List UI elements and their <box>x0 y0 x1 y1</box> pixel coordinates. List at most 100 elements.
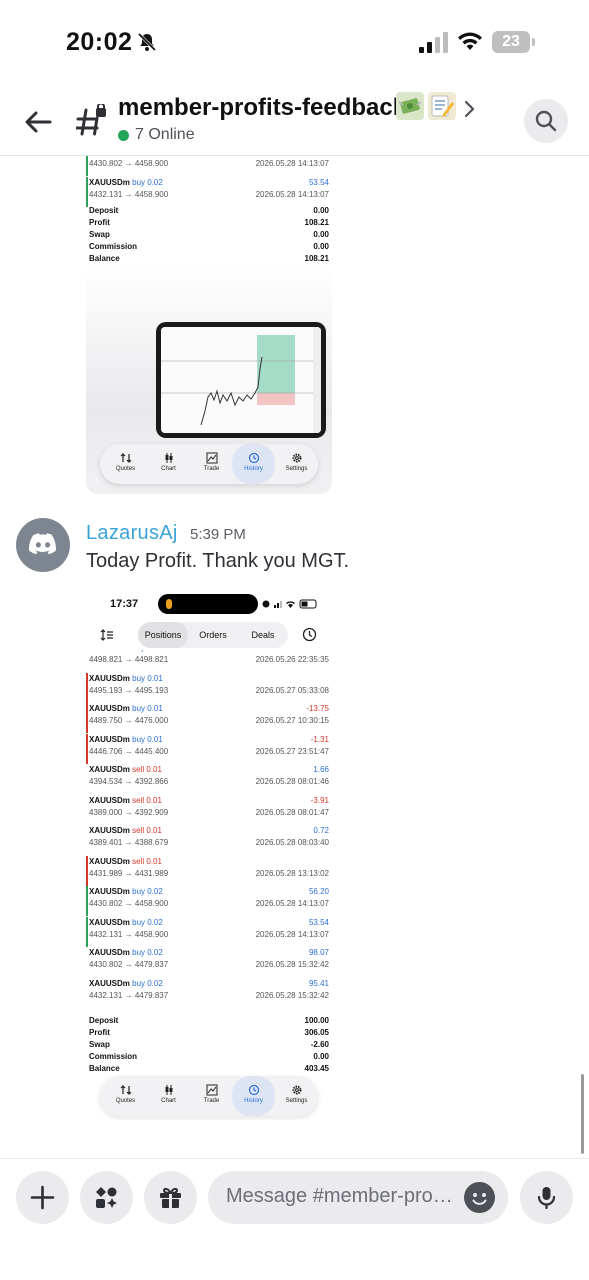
tab-history[interactable]: History <box>232 1076 275 1116</box>
scrollbar[interactable] <box>581 1074 584 1154</box>
history-icon <box>248 1084 259 1096</box>
trade-profit: 98.07 <box>308 948 329 957</box>
battery-level: 23 <box>492 31 530 53</box>
tab-quotes[interactable]: Quotes <box>104 444 147 484</box>
tab-trade[interactable]: Trade <box>190 444 233 484</box>
tab-label: Quotes <box>115 466 136 472</box>
summary-row: Balance 108.21 <box>89 254 329 266</box>
chevron-right-icon[interactable] <box>462 100 476 118</box>
trade-row[interactable]: XAUUSDm buy 0.02 4430.802 → 4479.837 98.07… <box>86 947 332 977</box>
trade-profit: 53.54 <box>308 178 329 187</box>
segment-orders[interactable]: Orders <box>188 622 238 648</box>
trade-price: 4430.802 → 4479.837 <box>89 960 169 969</box>
summary-row: Commission 0.00 <box>89 242 329 254</box>
trade-history-screenshot-2[interactable]: 17:37 Positions Orders Deals XAUUSDm buy… <box>86 590 332 1120</box>
account-summary: Deposit 100.00 Profit 306.05 Swap -2.60 Commis… <box>89 1016 329 1076</box>
trade-symbol: XAUUSDm buy 0.02 <box>89 887 163 896</box>
tab-label: Quotes <box>115 1098 136 1104</box>
gift-button[interactable] <box>144 1171 197 1224</box>
trade-date: 2026.05.28 08:01:47 <box>255 807 329 817</box>
trade-price: 4489.750 → 4476.000 <box>89 716 169 725</box>
trade-profit: -1.31 <box>310 734 329 744</box>
trade-price: 4432.131 → 4458.900 <box>89 190 169 199</box>
search-button[interactable] <box>524 99 568 143</box>
tab-history[interactable]: History <box>232 444 275 484</box>
back-arrow-icon[interactable] <box>22 106 54 138</box>
apps-button[interactable] <box>80 1171 133 1224</box>
tab-quotes[interactable]: Quotes <box>104 1076 147 1116</box>
trade-row[interactable]: XAUUSDm buy 0.02 4432.131 → 4458.900 53.54… <box>86 916 332 947</box>
trade-direction: sell 0.01 <box>132 795 162 805</box>
tab-chart[interactable]: Chart <box>147 1076 190 1116</box>
trade-row[interactable]: XAUUSDm buy 0.024430.802 → 4458.90056.20… <box>86 156 332 176</box>
trade-row[interactable]: XAUUSDm buy 0.024430.802 → 4458.90056.20… <box>86 886 332 916</box>
tab-label: History <box>244 466 263 472</box>
trade-direction: buy 0.02 <box>132 887 163 896</box>
message-author[interactable]: LazarusAj <box>86 522 178 545</box>
clock-icon[interactable] <box>302 627 317 642</box>
trade-profit: -13.75 <box>306 704 329 713</box>
trade-row[interactable]: XAUUSDm sell 0.01 4431.989 → 4431.989 2026… <box>86 855 332 886</box>
gear-icon <box>292 453 301 463</box>
phone-status-bar: 17:37 <box>86 590 332 620</box>
trade-row[interactable]: XAUUSDm sell 0.01 4394.534 → 4392.866 1.66… <box>86 764 332 794</box>
tab-trade[interactable]: Trade <box>190 1076 233 1116</box>
trade-direction: sell 0.01 <box>132 856 162 866</box>
trade-symbol: XAUUSDm sell 0.01 <box>89 765 162 774</box>
trade-date: 2026.05.28 08:01:46 <box>255 777 329 786</box>
summary-value: 100.00 <box>304 1016 329 1025</box>
summary-row: Profit 306.05 <box>89 1028 329 1040</box>
quotes-icon <box>120 1085 131 1095</box>
tab-chart[interactable]: Chart <box>147 444 190 484</box>
trade-row[interactable]: XAUUSDm buy 0.01 4498.821 → 4498.821 2026.… <box>86 650 332 672</box>
trade-direction: buy 0.02 <box>132 917 163 927</box>
trade-price: 4432.131 → 4479.837 <box>89 990 169 1000</box>
voice-button[interactable] <box>520 1171 573 1224</box>
summary-row: Balance 403.45 <box>89 1064 329 1076</box>
segment-deals[interactable]: Deals <box>238 622 288 648</box>
trade-symbol: XAUUSDm buy 0.01 <box>89 673 163 683</box>
trade-date: 2026.05.27 10:30:15 <box>255 716 329 725</box>
add-button[interactable] <box>16 1171 69 1224</box>
trade-price: 4431.989 → 4431.989 <box>89 868 169 878</box>
discord-logo-icon <box>29 533 56 555</box>
channel-name[interactable]: member-profits-feedback <box>118 94 406 122</box>
trade-profit: -3.91 <box>310 795 329 805</box>
summary-label: Deposit <box>89 206 119 215</box>
trade-row[interactable]: XAUUSDm buy 0.02 4432.131 → 4479.837 95.41… <box>86 978 332 1008</box>
segment-positions[interactable]: Positions <box>138 622 188 648</box>
chart-icon <box>165 1085 172 1095</box>
chart-icon <box>165 453 172 463</box>
trade-row[interactable]: XAUUSDm buy 0.01 4446.706 → 4445.400 -1.31… <box>86 733 332 764</box>
emoji-button[interactable] <box>464 1182 495 1213</box>
online-status: 7 Online <box>118 126 195 144</box>
trade-row[interactable]: XAUUSDm sell 0.01 4389.401 → 4388.679 0.72… <box>86 825 332 855</box>
trade-profit: 0.72 <box>313 826 329 835</box>
trade-history-screenshot-1[interactable]: XAUUSDm buy 0.024430.802 → 4458.90056.20… <box>86 156 332 494</box>
trade-row[interactable]: XAUUSDm buy 0.01 4489.750 → 4476.000 -13.7… <box>86 703 332 733</box>
trade-profit: 53.54 <box>308 917 329 927</box>
memo-emoji-icon <box>428 92 456 120</box>
tab-label: Trade <box>203 1098 220 1104</box>
sort-icon[interactable] <box>100 628 114 642</box>
trade-icon <box>206 1084 217 1096</box>
trade-date: 2026.05.28 15:32:42 <box>255 960 329 969</box>
message-input[interactable]: Message #member-profits-feedback <box>208 1171 508 1224</box>
trade-row[interactable]: XAUUSDm buy 0.02 4432.131 → 4458.900 53.54… <box>86 177 332 207</box>
trade-direction: buy 0.01 <box>132 673 163 683</box>
trade-row[interactable]: XAUUSDm sell 0.01 4389.000 → 4392.909 -3.9… <box>86 795 332 825</box>
tab-settings[interactable]: Settings <box>275 444 318 484</box>
summary-value: 0.00 <box>313 1052 329 1061</box>
tab-label: Chart <box>161 466 176 472</box>
trade-row[interactable]: XAUUSDm buy 0.01 4495.193 → 4495.193 2026.… <box>86 672 332 703</box>
tab-settings[interactable]: Settings <box>275 1076 318 1116</box>
avatar[interactable] <box>16 518 70 572</box>
trade-list[interactable]: XAUUSDm buy 0.01 4498.821 → 4498.821 2026.… <box>86 650 332 1070</box>
segmented-control: Positions Orders Deals <box>138 622 288 648</box>
status-time: 20:02 <box>66 28 133 56</box>
trade-price: 4498.821 → 4498.821 <box>89 655 169 664</box>
trade-price: 4389.000 → 4392.909 <box>89 807 169 817</box>
summary-label: Swap <box>89 1040 110 1049</box>
summary-value: 403.45 <box>304 1064 329 1073</box>
message-list[interactable]: XAUUSDm buy 0.02 4430.802 → 4458.900 56.20… <box>0 156 589 1158</box>
